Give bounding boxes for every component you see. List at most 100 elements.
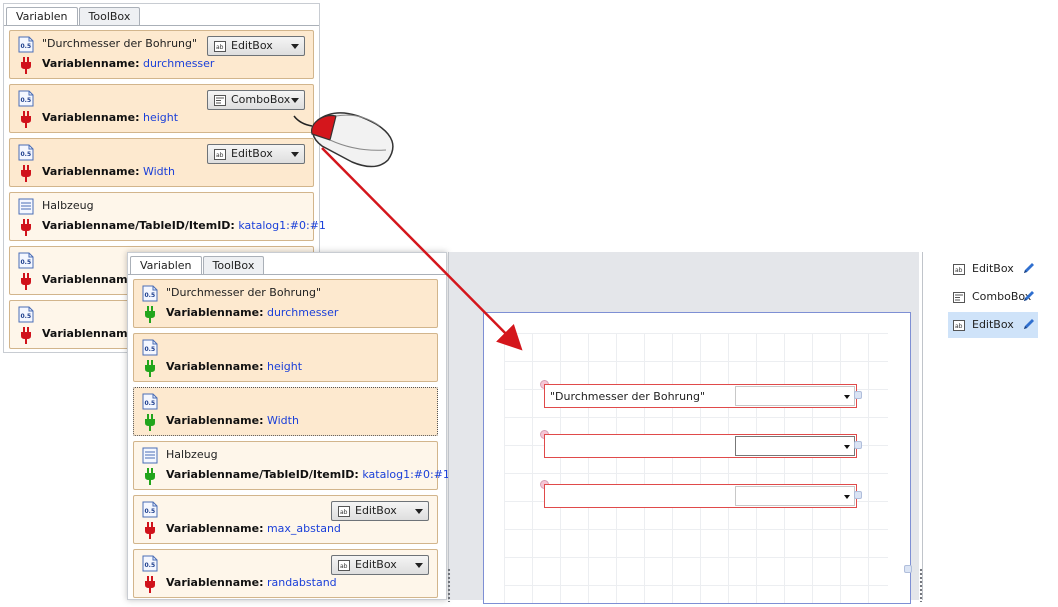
dropdown-value: EditBox xyxy=(231,39,273,52)
variable-name-label: Variablenname: xyxy=(42,57,140,70)
plug-disconnected-icon xyxy=(20,57,32,74)
variable-name-label: Variablenname/TableID/ItemID: xyxy=(166,468,359,481)
edit-pencil-icon[interactable] xyxy=(1022,261,1036,275)
number-variable-icon xyxy=(18,90,34,107)
number-variable-icon xyxy=(142,339,158,356)
editbox-icon xyxy=(953,264,965,275)
editbox-icon xyxy=(338,560,350,571)
variable-name-value: Width xyxy=(266,414,299,427)
plug-disconnected-icon xyxy=(20,327,32,344)
variable-name-label: Variablenname/TableID/ItemID: xyxy=(42,219,235,232)
variable-name-value: durchmesser xyxy=(142,57,215,70)
number-variable-icon xyxy=(142,285,158,302)
splitter-handle-left[interactable] xyxy=(447,568,451,602)
control-type-dropdown[interactable]: EditBox xyxy=(331,501,429,521)
plug-disconnected-icon xyxy=(144,522,156,539)
screenshot-stage: Variablen ToolBox "Durchmesser der Bohru… xyxy=(0,0,1058,607)
designer-combo-area[interactable] xyxy=(735,386,855,406)
control-type-dropdown[interactable]: EditBox xyxy=(207,144,305,164)
variable-card[interactable]: Halbzeug Variablenname/TableID/ItemID: k… xyxy=(9,192,326,241)
editbox-icon xyxy=(214,149,226,160)
number-variable-icon xyxy=(18,36,34,53)
panel-tabs: Variablen ToolBox xyxy=(4,4,141,26)
designer-editbox-field[interactable] xyxy=(544,484,857,508)
variable-name-label: Variablenname: xyxy=(166,360,264,373)
combobox-icon xyxy=(953,292,965,303)
designer-combo-area[interactable] xyxy=(735,436,855,456)
plug-connected-icon xyxy=(144,360,156,377)
edit-pencil-icon[interactable] xyxy=(1022,289,1036,303)
table-variable-icon xyxy=(18,198,34,215)
designer-editbox-field[interactable]: "Durchmesser der Bohrung" xyxy=(544,384,857,408)
table-variable-icon xyxy=(142,447,158,464)
panel-tabs: Variablen ToolBox xyxy=(128,253,265,275)
chevron-down-icon xyxy=(844,445,850,449)
dropdown-value: EditBox xyxy=(355,558,397,571)
edit-pencil-icon[interactable] xyxy=(1022,317,1036,331)
combobox-icon xyxy=(214,95,226,106)
variable-card-selected[interactable]: Variablenname: Width xyxy=(133,387,438,436)
designer-field-label: "Durchmesser der Bohrung" xyxy=(550,390,706,403)
control-list-item-selected[interactable]: EditBox xyxy=(948,312,1038,338)
tab-toolbox[interactable]: ToolBox xyxy=(202,256,265,275)
control-type-dropdown[interactable]: ComboBox xyxy=(207,90,305,110)
variable-name-label: Variablenname: xyxy=(166,306,264,319)
editbox-icon xyxy=(953,320,965,331)
dropdown-value: ComboBox xyxy=(231,93,291,106)
tab-variablen[interactable]: Variablen xyxy=(6,7,78,26)
plug-connected-icon xyxy=(144,306,156,323)
resize-handle[interactable] xyxy=(854,441,862,449)
resize-handle[interactable] xyxy=(904,565,912,573)
plug-connected-icon xyxy=(144,414,156,431)
chevron-down-icon xyxy=(844,395,850,399)
variable-name-label: Variablenname: xyxy=(42,165,140,178)
canvas-grid xyxy=(504,333,888,603)
variable-card[interactable]: Variablenname: randabstand EditBox xyxy=(133,549,438,598)
resize-handle[interactable] xyxy=(854,391,862,399)
number-variable-icon xyxy=(18,144,34,161)
variable-caption: Halbzeug xyxy=(42,199,94,212)
editbox-icon xyxy=(214,41,226,52)
number-variable-icon xyxy=(18,306,34,323)
variable-name-label: Variablenname: xyxy=(42,111,140,124)
control-list-item[interactable]: EditBox xyxy=(948,256,1038,282)
variable-card[interactable]: Variablenname: height ComboBox xyxy=(9,84,314,133)
control-type-dropdown[interactable]: EditBox xyxy=(331,555,429,575)
number-variable-icon xyxy=(18,252,34,269)
variable-card[interactable]: Halbzeug Variablenname/TableID/ItemID: k… xyxy=(133,441,450,490)
designer-combo-area[interactable] xyxy=(735,486,855,506)
variable-caption: "Durchmesser der Bohrung" xyxy=(42,37,198,50)
variable-caption: "Durchmesser der Bohrung" xyxy=(166,286,322,299)
variable-card[interactable]: "Durchmesser der Bohrung" Variablenname:… xyxy=(133,279,438,328)
variable-name-label: Variablenname: xyxy=(166,576,264,589)
variable-card[interactable]: Variablenname: max_abstand EditBox xyxy=(133,495,438,544)
number-variable-icon xyxy=(142,393,158,410)
plug-disconnected-icon xyxy=(20,219,32,236)
tab-variablen[interactable]: Variablen xyxy=(130,256,202,275)
variable-name-value: height xyxy=(142,111,179,124)
variable-card[interactable]: "Durchmesser der Bohrung" Variablenname:… xyxy=(9,30,314,79)
variable-card[interactable]: Variablenname: Width EditBox xyxy=(9,138,314,187)
dropdown-value: EditBox xyxy=(355,504,397,517)
variable-name-value: max_abstand xyxy=(266,522,341,535)
chevron-down-icon xyxy=(844,495,850,499)
control-type-dropdown[interactable]: EditBox xyxy=(207,36,305,56)
variable-name-label: Variablenname: xyxy=(42,273,140,286)
control-list-label: EditBox xyxy=(972,262,1014,275)
variable-name-value: height xyxy=(266,360,303,373)
control-list-item[interactable]: ComboBox xyxy=(948,284,1038,310)
form-designer: "Durchmesser der Bohrung" xyxy=(447,252,923,604)
chevron-down-icon xyxy=(415,563,423,568)
design-canvas[interactable]: "Durchmesser der Bohrung" xyxy=(483,312,912,604)
resize-handle[interactable] xyxy=(854,491,862,499)
variable-name-value: katalog1:#0:#1 xyxy=(238,219,326,232)
variable-name-value: Width xyxy=(142,165,175,178)
variable-card[interactable]: Variablenname: height xyxy=(133,333,438,382)
tab-toolbox[interactable]: ToolBox xyxy=(78,7,141,26)
variable-caption: Halbzeug xyxy=(166,448,218,461)
chevron-down-icon xyxy=(291,98,299,103)
designer-combobox-field[interactable] xyxy=(544,434,857,458)
chevron-down-icon xyxy=(291,152,299,157)
plug-disconnected-icon xyxy=(20,165,32,182)
variable-name-value: durchmesser xyxy=(266,306,339,319)
